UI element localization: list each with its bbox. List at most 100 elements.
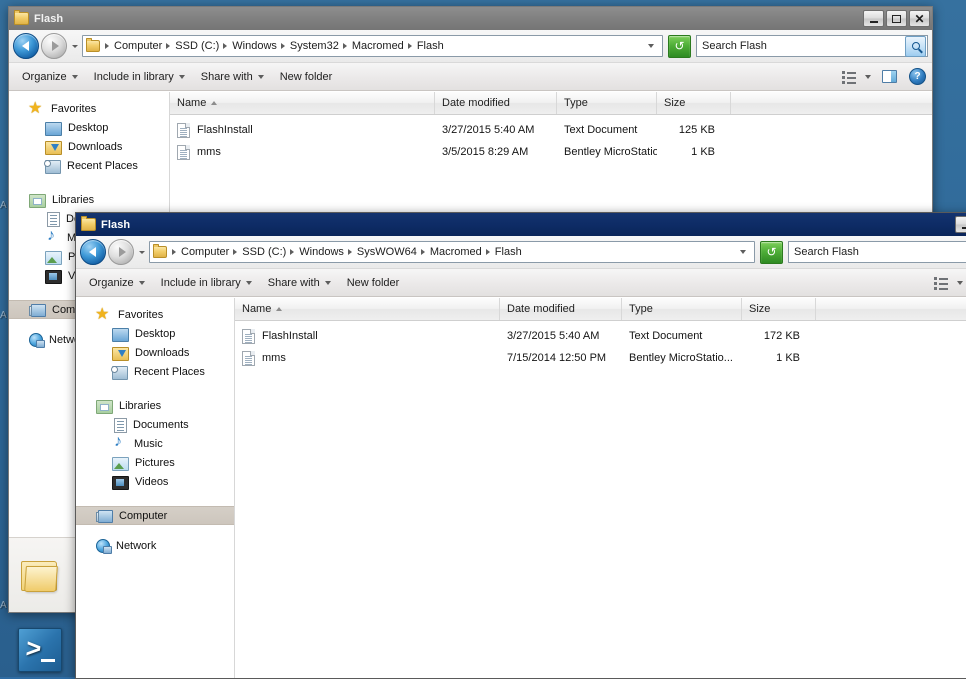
help-icon[interactable]: ? [909, 68, 926, 85]
address-bar[interactable]: Computer SSD (C:) Windows System32 Macro… [82, 35, 663, 57]
breadcrumb-item[interactable]: Windows [231, 40, 278, 52]
column-header-date-modified[interactable]: Date modified [500, 298, 622, 320]
sidebar-item-computer[interactable]: Computer [76, 506, 234, 525]
column-header-name[interactable]: Name [170, 92, 435, 114]
list-view-icon[interactable] [934, 276, 948, 290]
column-header-name[interactable]: Name [235, 298, 500, 320]
sidebar-item-label: Recent Places [134, 365, 205, 378]
table-row[interactable]: mms 3/5/2015 8:29 AM Bentley MicroStatio… [170, 141, 932, 163]
breadcrumb-item[interactable]: Flash [416, 40, 445, 52]
chevron-down-icon[interactable] [644, 44, 660, 48]
breadcrumb-item[interactable]: Macromed [429, 246, 483, 258]
sidebar-item-pictures[interactable]: Pictures [76, 453, 234, 472]
include-in-library-button[interactable]: Include in library [154, 274, 259, 292]
column-header-type[interactable]: Type [622, 298, 742, 320]
table-row[interactable]: FlashInstall 3/27/2015 5:40 AM Text Docu… [235, 325, 966, 347]
sidebar-item-label: Downloads [135, 346, 190, 359]
search-box[interactable] [788, 241, 966, 263]
breadcrumb-item[interactable]: Windows [298, 246, 345, 258]
breadcrumb-item[interactable]: Flash [494, 246, 523, 258]
sidebar-item-recent-places[interactable]: Recent Places [76, 362, 234, 381]
close-button[interactable]: ✕ [909, 10, 930, 27]
preview-pane-icon[interactable] [882, 70, 907, 83]
network-icon [96, 539, 112, 554]
column-header-size[interactable]: Size [657, 92, 731, 114]
breadcrumb-item[interactable]: Macromed [351, 40, 405, 52]
column-header-label: Size [664, 97, 686, 109]
forward-button[interactable] [41, 33, 67, 59]
recent-places-icon [44, 159, 61, 174]
new-folder-label: New folder [279, 70, 333, 83]
search-input[interactable] [794, 246, 966, 258]
sidebar-item-favorites[interactable]: Favorites [76, 304, 234, 324]
sidebar-item-desktop[interactable]: Desktop [9, 118, 169, 137]
breadcrumb-item[interactable]: Computer [113, 40, 163, 52]
navigation-pane-window2[interactable]: Favorites Desktop Downloads Recent Place… [76, 298, 235, 678]
search-input[interactable] [702, 40, 905, 52]
music-icon [112, 433, 128, 452]
column-header-extra[interactable] [816, 298, 966, 320]
nav-gap [76, 385, 234, 396]
list-view-icon[interactable] [842, 70, 856, 84]
file-type: Text Document [564, 124, 638, 136]
sidebar-item-network[interactable]: Network [76, 536, 234, 555]
table-row[interactable]: mms 7/15/2014 12:50 PM Bentley MicroStat… [235, 347, 966, 369]
folder-icon [153, 244, 167, 258]
pictures-icon [45, 250, 62, 265]
sidebar-item-downloads[interactable]: Downloads [9, 137, 169, 156]
column-header-extra[interactable] [731, 92, 932, 114]
search-icon[interactable] [905, 35, 926, 57]
address-bar[interactable]: Computer SSD (C:) Windows SysWOW64 Macro… [149, 241, 755, 263]
titlebar-window2[interactable]: Flash ✕ [76, 213, 966, 236]
explorer-window-syswow64[interactable]: Flash ✕ Computer SSD (C:) Windows SysWOW… [75, 212, 966, 679]
forward-button[interactable] [108, 239, 134, 265]
file-type: Bentley MicroStatio... [629, 352, 733, 364]
sidebar-item-libraries[interactable]: Libraries [9, 190, 169, 209]
file-size: 1 KB [776, 352, 800, 364]
breadcrumb-item[interactable]: SSD (C:) [241, 246, 287, 258]
new-folder-button[interactable]: New folder [340, 274, 407, 292]
table-row[interactable]: FlashInstall 3/27/2015 5:40 AM Text Docu… [170, 119, 932, 141]
view-options-caret[interactable] [858, 74, 880, 79]
column-header-type[interactable]: Type [557, 92, 657, 114]
breadcrumb-item[interactable]: SysWOW64 [356, 246, 418, 258]
view-options-caret[interactable] [950, 280, 966, 285]
breadcrumb-item[interactable]: SSD (C:) [174, 40, 220, 52]
sidebar-item-music[interactable]: Music [76, 433, 234, 453]
sidebar-item-libraries[interactable]: Libraries [76, 396, 234, 415]
file-name-cell: mms [235, 350, 500, 366]
sidebar-item-downloads[interactable]: Downloads [76, 343, 234, 362]
maximize-button[interactable] [886, 10, 907, 27]
back-button[interactable] [13, 33, 39, 59]
sidebar-item-label: Desktop [68, 121, 109, 134]
sidebar-item-desktop[interactable]: Desktop [76, 324, 234, 343]
back-button[interactable] [80, 239, 106, 265]
refresh-icon[interactable]: ↺ [668, 34, 691, 58]
breadcrumb-item[interactable]: Computer [180, 246, 230, 258]
share-with-button[interactable]: Share with [261, 274, 338, 292]
minimize-button[interactable] [955, 216, 966, 233]
new-folder-button[interactable]: New folder [273, 68, 340, 86]
breadcrumb-item[interactable]: System32 [289, 40, 340, 52]
organize-button[interactable]: Organize [82, 274, 152, 292]
sidebar-item-label: Favorites [118, 308, 164, 321]
titlebar-window1[interactable]: Flash ✕ [9, 7, 932, 30]
column-header-size[interactable]: Size [742, 298, 816, 320]
search-box[interactable] [696, 35, 928, 57]
chevron-down-icon[interactable] [736, 250, 752, 254]
sidebar-item-videos[interactable]: Videos [76, 472, 234, 491]
organize-button[interactable]: Organize [15, 68, 85, 86]
sidebar-item-favorites[interactable]: Favorites [9, 98, 169, 118]
sidebar-item-label: Videos [135, 475, 169, 488]
file-type: Text Document [629, 330, 703, 342]
recent-pages-dropdown[interactable] [136, 240, 147, 264]
refresh-icon[interactable]: ↺ [760, 240, 783, 264]
share-with-button[interactable]: Share with [194, 68, 271, 86]
sidebar-item-recent-places[interactable]: Recent Places [9, 156, 169, 175]
minimize-button[interactable] [863, 10, 884, 27]
column-header-date-modified[interactable]: Date modified [435, 92, 557, 114]
sidebar-item-documents[interactable]: Documents [76, 415, 234, 434]
desktop-icon-powershell[interactable] [8, 628, 72, 672]
include-in-library-button[interactable]: Include in library [87, 68, 192, 86]
recent-pages-dropdown[interactable] [69, 34, 80, 58]
